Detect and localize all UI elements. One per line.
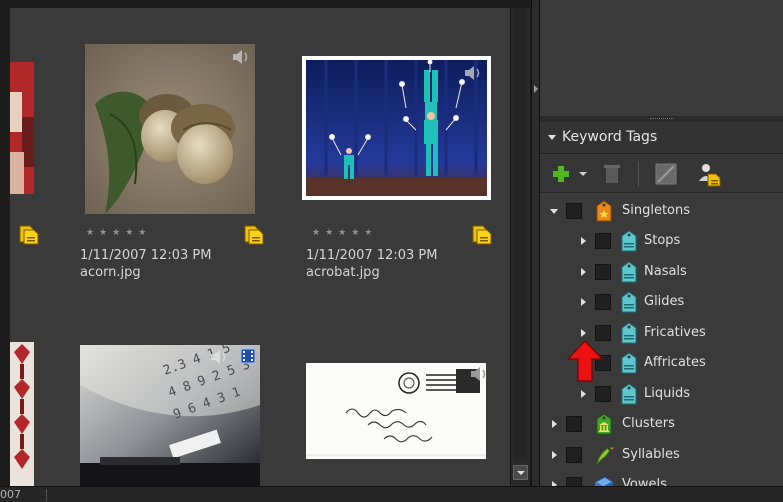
people-tag-icon[interactable] xyxy=(694,161,722,187)
tag-checkbox[interactable] xyxy=(566,447,582,463)
status-separator xyxy=(46,489,47,501)
chevron-down-icon[interactable] xyxy=(578,161,588,187)
tag-label: Affricates xyxy=(644,355,706,370)
panel-expand-arrow-icon[interactable] xyxy=(548,135,556,140)
grid-vertical-scrollbar[interactable] xyxy=(510,8,531,486)
tree-row-vowels[interactable]: Vowels xyxy=(540,470,783,486)
tag-label: Singletons xyxy=(622,203,691,218)
status-bar: 007 xyxy=(0,486,783,502)
tree-row-glides[interactable]: Glides xyxy=(540,287,783,317)
tag-checkbox[interactable] xyxy=(595,325,611,341)
expand-toggle-icon[interactable] xyxy=(552,481,557,486)
typewriter-image: 2.3 4 1 54 8 9 2 5 39 6 4 3 1 xyxy=(80,345,260,486)
status-text: 007 xyxy=(0,488,21,501)
keyword-tags-title: Keyword Tags xyxy=(562,129,658,145)
toolbar-separator xyxy=(638,161,639,187)
photo-grid: ★★★★★ 1/11/2007 12:03 PM acorn.jpg ★★★★★… xyxy=(10,8,510,486)
expand-toggle-icon[interactable] xyxy=(550,209,558,214)
tag-label: Syllables xyxy=(622,447,680,462)
tree-row-liquids[interactable]: Liquids xyxy=(540,379,783,409)
scroll-down-button[interactable] xyxy=(513,465,528,480)
audio-speaker-icon[interactable] xyxy=(462,64,484,82)
category-orange-tag-icon xyxy=(596,200,612,222)
organizer-window: ★★★★★ 1/11/2007 12:03 PM acorn.jpg ★★★★★… xyxy=(0,0,783,502)
red-annotation-arrow-icon xyxy=(567,340,603,382)
tag-icon xyxy=(621,261,637,283)
star-rating[interactable]: ★★★★★ xyxy=(312,228,377,238)
tag-checkbox[interactable] xyxy=(595,294,611,310)
video-filmstrip-icon xyxy=(240,348,256,364)
tag-label: Fricatives xyxy=(644,325,706,340)
tag-badge-icon xyxy=(19,225,39,245)
partial-photo-left-bottom-image xyxy=(10,342,34,486)
tag-icon xyxy=(621,230,637,252)
photo-filename: acrobat.jpg xyxy=(306,265,380,280)
keyword-tags-toolbar xyxy=(540,155,783,193)
scrollbar-track[interactable] xyxy=(514,8,527,460)
partial-photo-left-bottom[interactable] xyxy=(10,342,34,486)
photo-filename: acorn.jpg xyxy=(80,265,141,280)
tag-checkbox[interactable] xyxy=(566,416,582,432)
tag-checkbox[interactable] xyxy=(595,233,611,249)
expand-toggle-icon[interactable] xyxy=(581,237,586,245)
tag-label: Liquids xyxy=(644,386,690,401)
tag-label: Stops xyxy=(644,233,681,248)
expand-toggle-icon[interactable] xyxy=(581,298,586,306)
category-green-building-icon xyxy=(596,413,612,435)
category-bird-icon xyxy=(596,446,614,466)
tree-row-clusters[interactable]: Clusters xyxy=(540,409,783,439)
photo-date: 1/11/2007 12:03 PM xyxy=(80,248,212,263)
audio-speaker-icon[interactable] xyxy=(230,48,252,66)
tag-icon xyxy=(621,291,637,313)
envelope-image xyxy=(306,363,486,459)
panel-splitter[interactable] xyxy=(531,0,540,486)
tag-icon xyxy=(621,322,637,344)
tree-row-nasals[interactable]: Nasals xyxy=(540,257,783,287)
grip-dots xyxy=(650,118,674,120)
tag-label: Glides xyxy=(644,294,685,309)
tag-label: Nasals xyxy=(644,264,687,279)
plus-icon[interactable] xyxy=(550,161,572,187)
edit-icon[interactable] xyxy=(654,161,678,187)
tag-icon xyxy=(621,352,637,374)
keyword-tags-panel: Keyword Tags Singletons Stops Nasals Gli… xyxy=(540,122,783,486)
tag-checkbox[interactable] xyxy=(566,203,582,219)
tree-row-singletons[interactable]: Singletons xyxy=(540,196,783,226)
photo-date: 1/11/2007 12:03 PM xyxy=(306,248,438,263)
upper-panel-area xyxy=(540,0,783,116)
star-rating[interactable]: ★★★★★ xyxy=(86,228,151,238)
acrobat-image xyxy=(306,59,487,196)
video-thumbnail-typewriter[interactable]: 2.3 4 1 54 8 9 2 5 39 6 4 3 1 xyxy=(80,345,260,486)
tag-label: Vowels xyxy=(622,477,667,486)
keyword-tags-header[interactable]: Keyword Tags xyxy=(540,122,783,154)
acorn-image xyxy=(85,44,255,214)
trash-icon[interactable] xyxy=(600,161,624,187)
tag-checkbox[interactable] xyxy=(595,264,611,280)
expand-toggle-icon[interactable] xyxy=(581,268,586,276)
category-blue-icon xyxy=(593,476,615,486)
expand-toggle-icon[interactable] xyxy=(581,329,586,337)
tag-checkbox[interactable] xyxy=(595,386,611,402)
tag-badge-icon xyxy=(472,225,492,245)
expand-toggle-icon[interactable] xyxy=(581,390,586,398)
tag-badge-icon xyxy=(244,225,264,245)
photo-thumbnail-acorn[interactable] xyxy=(85,44,255,214)
tree-row-syllables[interactable]: Syllables xyxy=(540,440,783,470)
tree-row-stops[interactable]: Stops xyxy=(540,226,783,256)
audio-speaker-icon[interactable] xyxy=(208,348,230,366)
tag-icon xyxy=(621,383,637,405)
partial-photo-left-top[interactable] xyxy=(10,62,34,194)
collapse-panel-arrow-icon[interactable] xyxy=(534,85,538,93)
photo-thumbnail-envelope[interactable] xyxy=(306,363,486,459)
audio-speaker-icon[interactable] xyxy=(468,365,490,383)
partial-photo-left-top-image xyxy=(10,62,34,194)
tag-checkbox[interactable] xyxy=(566,477,582,486)
tag-label: Clusters xyxy=(622,416,675,431)
expand-toggle-icon[interactable] xyxy=(552,451,557,459)
expand-toggle-icon[interactable] xyxy=(552,420,557,428)
